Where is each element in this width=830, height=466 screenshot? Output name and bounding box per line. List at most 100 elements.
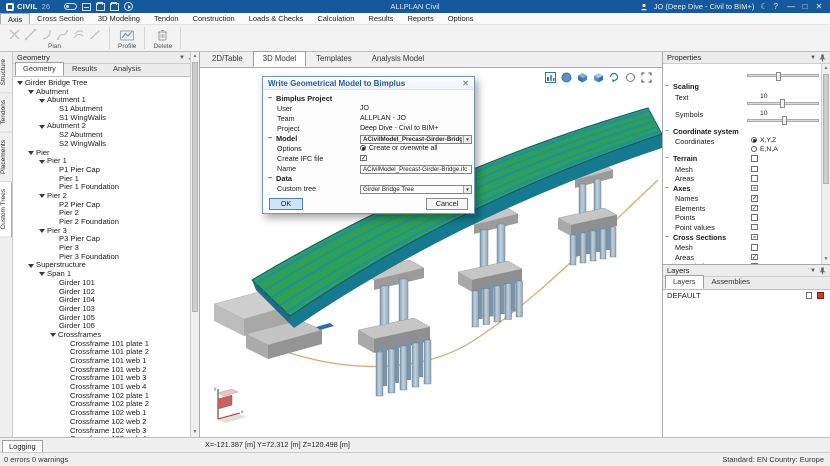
logged-in-user[interactable]: JO (Deep Dive - Civil to BIM+) [654, 2, 755, 11]
checkbox[interactable] [751, 263, 758, 264]
tree-item[interactable]: Abutment [13, 88, 199, 97]
checkbox[interactable] [360, 155, 367, 162]
checkbox[interactable] [751, 234, 758, 241]
collapse-icon[interactable]: − [268, 174, 272, 184]
expander-icon[interactable] [28, 264, 34, 268]
expander-icon[interactable] [28, 90, 34, 94]
tab-results[interactable]: Results [64, 62, 105, 76]
layers-tab-layers[interactable]: Layers [665, 275, 704, 289]
curve-axis-icon[interactable] [72, 28, 85, 41]
checkbox[interactable] [751, 214, 758, 221]
vertical-tab-tendons[interactable]: Tendons [0, 93, 12, 133]
collapse-icon[interactable]: − [665, 233, 669, 243]
layer-row-default[interactable]: DEFAULT [663, 290, 830, 301]
pin-icon[interactable] [819, 54, 826, 62]
checkbox[interactable] [751, 166, 758, 173]
collapse-icon[interactable]: − [665, 184, 669, 194]
panel-dropdown-icon[interactable]: ▼ [810, 55, 816, 61]
chevron-down-icon[interactable]: ▼ [463, 186, 471, 193]
menu-tab-loads-checks[interactable]: Loads & Checks [242, 13, 311, 24]
tree-item[interactable]: P3 Pier Cap [13, 235, 199, 244]
tree-item[interactable]: Girder 106 [13, 322, 199, 331]
rotate-view-icon[interactable] [608, 71, 620, 83]
radio-button[interactable] [360, 145, 366, 151]
text-input-name[interactable]: ACivilModel_Precast-Girder-Bridge.ifc [360, 165, 472, 174]
viewport-tab-3d-model[interactable]: 3D Model [253, 51, 306, 67]
expander-icon[interactable] [39, 229, 45, 233]
tree-scrollbar[interactable]: ▲ ▼ [190, 52, 199, 437]
vertical-tab-custom-trees[interactable]: Custom Trees [0, 182, 12, 237]
pin-icon[interactable] [819, 267, 826, 275]
collapse-icon[interactable]: − [665, 154, 669, 164]
ok-button[interactable]: OK [269, 198, 303, 210]
open-project-icon[interactable] [96, 3, 105, 11]
tree-item[interactable]: Girder 102 [13, 288, 199, 297]
radio-button[interactable] [751, 146, 757, 152]
tab-analysis[interactable]: Analysis [105, 62, 149, 76]
menu-tab-construction[interactable]: Construction [186, 13, 242, 24]
tree-item[interactable]: Pier 1 Foundation [13, 183, 199, 192]
menu-tab-tendon[interactable]: Tendon [147, 13, 186, 24]
tree-item[interactable]: P1 Pier Cap [13, 166, 199, 175]
menu-tab-reports[interactable]: Reports [400, 13, 440, 24]
close-button[interactable]: ✕ [812, 0, 826, 13]
theme-moon-icon[interactable]: ☾ [760, 2, 767, 11]
tree-item[interactable]: Pier 3 [13, 227, 199, 236]
expander-icon[interactable] [39, 160, 45, 164]
run-icon[interactable] [124, 2, 133, 11]
open-folder-icon[interactable] [110, 3, 119, 11]
spline-axis-icon[interactable] [56, 28, 69, 41]
tree-item[interactable]: Pier [13, 149, 199, 158]
expander-icon[interactable] [17, 81, 23, 85]
slider-thumb[interactable] [780, 99, 785, 108]
tree-item[interactable]: S2 Abutment [13, 131, 199, 140]
view-settings-icon[interactable] [544, 71, 556, 83]
radio-option-x-y-z[interactable]: X,Y,Z [751, 137, 778, 146]
tree-item[interactable]: Pier 1 [13, 157, 199, 166]
help-icon[interactable]: ? [774, 2, 778, 11]
radio-option-e-n-a[interactable]: E,N,A [751, 146, 778, 155]
dialog-close-icon[interactable]: ✕ [462, 77, 469, 89]
shaded-sphere-icon[interactable] [560, 71, 572, 83]
profile-icon[interactable] [119, 28, 135, 42]
expander-icon[interactable] [39, 194, 45, 198]
menu-tab-results[interactable]: Results [361, 13, 400, 24]
tab-geometry[interactable]: Geometry [15, 62, 64, 76]
scroll-up-icon[interactable]: ▲ [191, 52, 199, 61]
delete-axis-icon[interactable] [8, 28, 21, 41]
expander-icon[interactable] [39, 272, 45, 276]
tree-item[interactable]: S1 Abutment [13, 105, 199, 114]
menu-tab-cross-section[interactable]: Cross Section [30, 13, 91, 24]
tree-item[interactable]: Span 1 [13, 270, 199, 279]
checkbox[interactable] [751, 254, 758, 261]
tree-item[interactable]: Girder 103 [13, 305, 199, 314]
solid-view-icon[interactable] [576, 71, 588, 83]
delete-trash-icon[interactable] [156, 28, 169, 42]
viewport-tab-templates[interactable]: Templates [306, 51, 362, 67]
collapse-icon[interactable]: − [268, 134, 272, 144]
tree-item[interactable]: Girder 101 [13, 279, 199, 288]
slider-track[interactable] [747, 119, 819, 122]
expander-icon[interactable] [50, 333, 56, 337]
chevron-down-icon[interactable]: ▼ [463, 136, 471, 143]
table-icon[interactable] [82, 3, 91, 11]
viewport-tab-analysis-model[interactable]: Analysis Model [362, 51, 434, 67]
line-axis-icon[interactable] [24, 28, 37, 41]
checkbox[interactable] [751, 175, 758, 182]
layer-color-swatch[interactable] [817, 292, 824, 299]
tree-item[interactable]: Abutment 1 [13, 96, 199, 105]
expander-icon[interactable] [39, 99, 45, 103]
menu-tab-3d-modeling[interactable]: 3D Modeling [91, 13, 147, 24]
3d-viewport[interactable]: y x Write Geometrical Model to Bimplus ✕… [200, 68, 662, 437]
app-logo[interactable]: CIVIL 26 [0, 2, 56, 11]
checkbox[interactable] [751, 224, 758, 231]
collapse-icon[interactable]: − [665, 127, 669, 137]
tree-item[interactable]: Girder 104 [13, 296, 199, 305]
dropdown-model[interactable]: ACivilModel_Precast-Girder-Bridge▼ [360, 135, 472, 144]
tree-item[interactable]: Pier 2 Foundation [13, 218, 199, 227]
tree-item[interactable]: Abutment 2 [13, 122, 199, 131]
fullscreen-icon[interactable] [640, 71, 652, 83]
vertical-tab-placements[interactable]: Placements [0, 133, 12, 182]
wireframe-view-icon[interactable] [592, 71, 604, 83]
checkbox[interactable] [751, 195, 758, 202]
